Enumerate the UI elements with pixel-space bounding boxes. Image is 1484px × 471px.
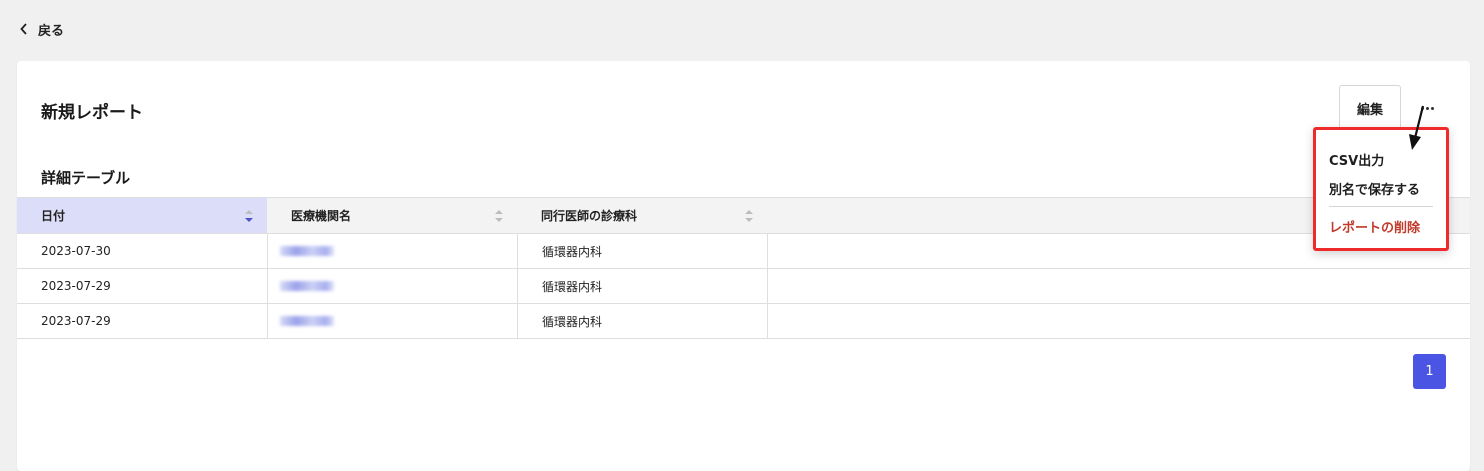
sort-icon[interactable] xyxy=(745,210,753,222)
menu-divider xyxy=(1329,206,1433,207)
menu-item-save-as[interactable]: 別名で保存する xyxy=(1329,179,1420,198)
sort-icon[interactable] xyxy=(495,210,503,222)
edit-button[interactable]: 編集 xyxy=(1339,85,1401,131)
table-row[interactable]: 2023-07-29 循環器内科 xyxy=(17,269,1470,304)
table-row[interactable]: 2023-07-29 循環器内科 xyxy=(17,304,1470,339)
column-header-date[interactable]: 日付 xyxy=(17,198,267,233)
pagination-page-button[interactable]: 1 xyxy=(1413,354,1446,389)
department-cell: 循環器内科 xyxy=(517,304,767,338)
facility-cell xyxy=(267,234,517,268)
sort-icon[interactable] xyxy=(245,210,253,222)
department-cell: 循環器内科 xyxy=(517,269,767,303)
redacted-text xyxy=(280,316,334,326)
menu-item-csv-export[interactable]: CSV出力 xyxy=(1329,150,1384,169)
date-cell: 2023-07-29 xyxy=(41,279,111,293)
back-link[interactable]: 戻る xyxy=(20,18,64,40)
detail-table: 日付 医療機関名 同行医師の診療科 2023-07-30 循環器内科 2023-… xyxy=(17,197,1470,339)
department-cell: 循環器内科 xyxy=(517,234,767,268)
options-dropdown-menu: CSV出力 別名で保存する レポートの削除 xyxy=(1313,127,1449,251)
date-cell: 2023-07-29 xyxy=(41,314,111,328)
page-title: 新規レポート xyxy=(41,103,143,123)
column-header-department[interactable]: 同行医師の診療科 xyxy=(517,198,767,233)
menu-item-delete-report[interactable]: レポートの削除 xyxy=(1329,217,1420,236)
column-header-facility[interactable]: 医療機関名 xyxy=(267,198,517,233)
section-title: 詳細テーブル xyxy=(41,169,131,187)
date-cell: 2023-07-30 xyxy=(41,244,111,258)
facility-cell xyxy=(267,269,517,303)
redacted-text xyxy=(280,246,334,256)
chevron-left-icon xyxy=(20,23,28,35)
pointer-arrow-icon xyxy=(1409,105,1425,150)
report-card: 新規レポート 編集 詳細テーブル 日付 医療機関名 同行医師の診療科 2023-… xyxy=(17,61,1470,471)
facility-cell xyxy=(267,304,517,338)
table-row[interactable]: 2023-07-30 循環器内科 xyxy=(17,234,1470,269)
back-label: 戻る xyxy=(38,23,65,39)
table-header: 日付 医療機関名 同行医師の診療科 xyxy=(17,198,1470,234)
redacted-text xyxy=(280,281,334,291)
